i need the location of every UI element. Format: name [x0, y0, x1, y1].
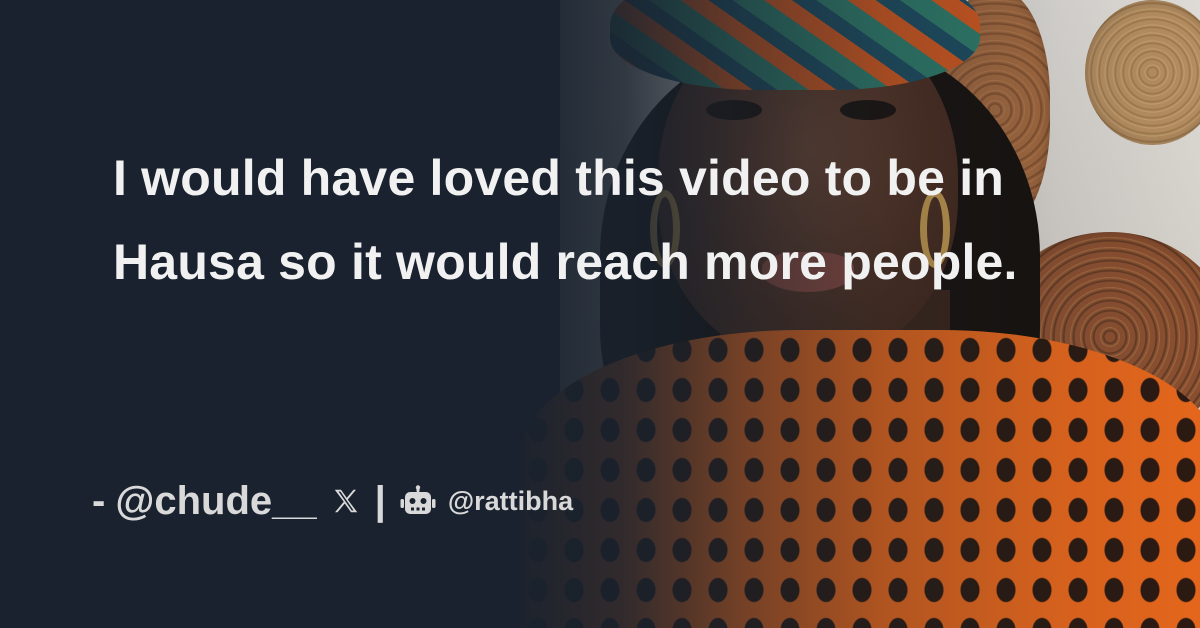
dark-gradient-overlay — [0, 0, 1200, 628]
author-handle[interactable]: @chude__ — [115, 479, 316, 524]
brand-handle[interactable]: @rattibha — [448, 486, 573, 517]
footer-separator: | — [374, 478, 386, 523]
robot-icon — [400, 485, 436, 517]
share-card: I would have loved this video to be in H… — [0, 0, 1200, 628]
attribution-dash: - — [92, 478, 106, 523]
attribution-footer: - @chude__ | @rattibha — [92, 476, 573, 526]
x-logo-icon — [331, 486, 361, 516]
quote-text: I would have loved this video to be in H… — [113, 150, 1018, 290]
